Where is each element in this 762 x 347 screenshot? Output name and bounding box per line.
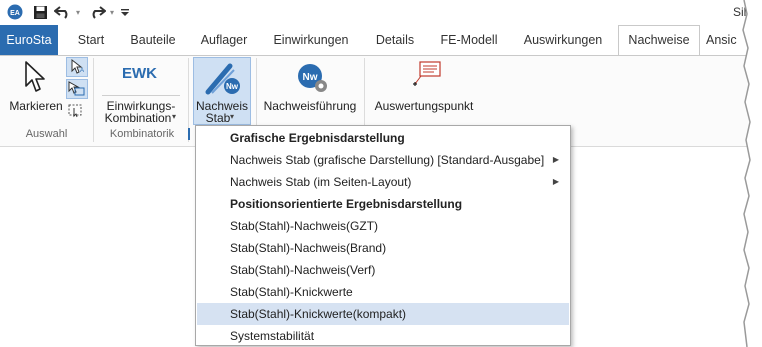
tab-nachweise[interactable]: Nachweise xyxy=(618,25,700,55)
ewk-icon: EWK xyxy=(122,65,157,82)
chevron-down-icon: ▾ xyxy=(230,112,235,121)
einwirkungs-label-2: Kombination xyxy=(104,111,172,125)
svg-text:A: A xyxy=(80,68,84,74)
einwirkungs-kombination-button[interactable]: EWK Einwirkungs- Kombination ▾ xyxy=(98,58,184,125)
customize-toolbar-icon[interactable] xyxy=(119,2,131,22)
pointer-arrow-icon xyxy=(23,60,47,97)
menu-item-nachweis-stab-seitenlayout[interactable]: Nachweis Stab (im Seiten-Layout) ▶ xyxy=(197,171,569,193)
menu-item-systemstabilitaet[interactable]: Systemstabilität xyxy=(197,325,569,347)
markieren-button[interactable]: Markieren xyxy=(6,58,63,120)
submenu-arrow-icon: ▶ xyxy=(552,177,559,186)
svg-text:Nw: Nw xyxy=(226,82,239,91)
torn-edge-decoration xyxy=(742,0,762,347)
menu-item-nachweis-brand[interactable]: Stab(Stahl)-Nachweis(Brand) xyxy=(197,237,569,259)
select-window-button[interactable] xyxy=(66,79,88,99)
ribbon-tab-bar: EuroSta Start Bauteile Auflager Einwirku… xyxy=(0,25,762,55)
menu-item-label: Nachweis Stab (im Seiten-Layout) xyxy=(230,175,412,189)
menu-item-knickwerte-kompakt[interactable]: Stab(Stahl)-Knickwerte(kompakt) xyxy=(197,303,569,325)
nachweis-stab-button[interactable]: Nw Nachweis Stab ▾ xyxy=(193,57,251,125)
ribbon-group-marker xyxy=(188,128,190,140)
ribbon-separator xyxy=(93,58,94,142)
svg-text:EA: EA xyxy=(10,10,20,17)
auswertungspunkt-button[interactable]: Auswertungspunkt xyxy=(368,58,480,120)
menu-header-positionsorientiert: Positionsorientierte Ergebnisdarstellung xyxy=(230,197,463,211)
nw-gear-icon: Nw xyxy=(296,62,330,97)
menu-item-knickwerte[interactable]: Stab(Stahl)-Knickwerte xyxy=(197,281,569,303)
menu-item-label: Nachweis Stab (grafische Darstellung) [S… xyxy=(230,153,545,167)
tab-auswirkungen[interactable]: Auswirkungen xyxy=(515,25,611,55)
select-lasso-button[interactable] xyxy=(66,102,88,122)
nachweis-stab-icon: Nw xyxy=(204,60,242,99)
tab-auflager[interactable]: Auflager xyxy=(193,25,255,55)
select-single-icon: A xyxy=(71,58,84,74)
select-window-icon xyxy=(68,81,85,96)
tab-details[interactable]: Details xyxy=(368,25,422,55)
nachweisfuehrung-label: Nachweisführung xyxy=(263,99,357,113)
redo-dropdown-icon[interactable]: ▾ xyxy=(107,2,117,22)
nachweis-stab-dropdown-menu: Grafische Ergebnisdarstellung Nachweis S… xyxy=(195,125,571,346)
title-bar: EA ▾ ▾ Silo xyxy=(0,0,762,25)
tab-fe-modell[interactable]: FE-Modell xyxy=(431,25,507,55)
group-label-auswahl: Auswahl xyxy=(25,128,68,140)
nachweis-label-2: Stab xyxy=(205,111,231,125)
tab-einwirkungen[interactable]: Einwirkungen xyxy=(263,25,359,55)
auswertungspunkt-label: Auswertungspunkt xyxy=(374,99,474,113)
select-lasso-icon xyxy=(68,104,82,118)
menu-item-nachweis-gzt[interactable]: Stab(Stahl)-Nachweis(GZT) xyxy=(197,215,569,237)
menu-item-nachweis-verf[interactable]: Stab(Stahl)-Nachweis(Verf) xyxy=(197,259,569,281)
markieren-label: Markieren xyxy=(9,99,63,113)
submenu-arrow-icon: ▶ xyxy=(552,155,559,164)
tab-eurosta[interactable]: EuroSta xyxy=(0,25,58,55)
select-single-button[interactable]: A xyxy=(66,57,88,77)
tab-start[interactable]: Start xyxy=(67,25,115,55)
redo-icon[interactable] xyxy=(87,2,107,22)
save-icon[interactable] xyxy=(31,2,49,22)
tab-bauteile[interactable]: Bauteile xyxy=(121,25,185,55)
eurosta-logo-icon[interactable]: EA xyxy=(6,2,24,22)
undo-dropdown-icon[interactable]: ▾ xyxy=(73,2,83,22)
undo-icon[interactable] xyxy=(53,2,73,22)
nachweisfuehrung-button[interactable]: Nw Nachweisführung xyxy=(260,58,360,120)
chevron-down-icon: ▾ xyxy=(172,112,177,121)
group-label-kombinatorik: Kombinatorik xyxy=(109,128,175,140)
menu-header-grafische: Grafische Ergebnisdarstellung xyxy=(230,131,405,145)
svg-text:Nw: Nw xyxy=(303,72,318,83)
button-split-line xyxy=(102,95,180,96)
auswertungspunkt-icon xyxy=(412,60,442,93)
menu-item-nachweis-stab-grafisch[interactable]: Nachweis Stab (grafische Darstellung) [S… xyxy=(197,149,569,171)
